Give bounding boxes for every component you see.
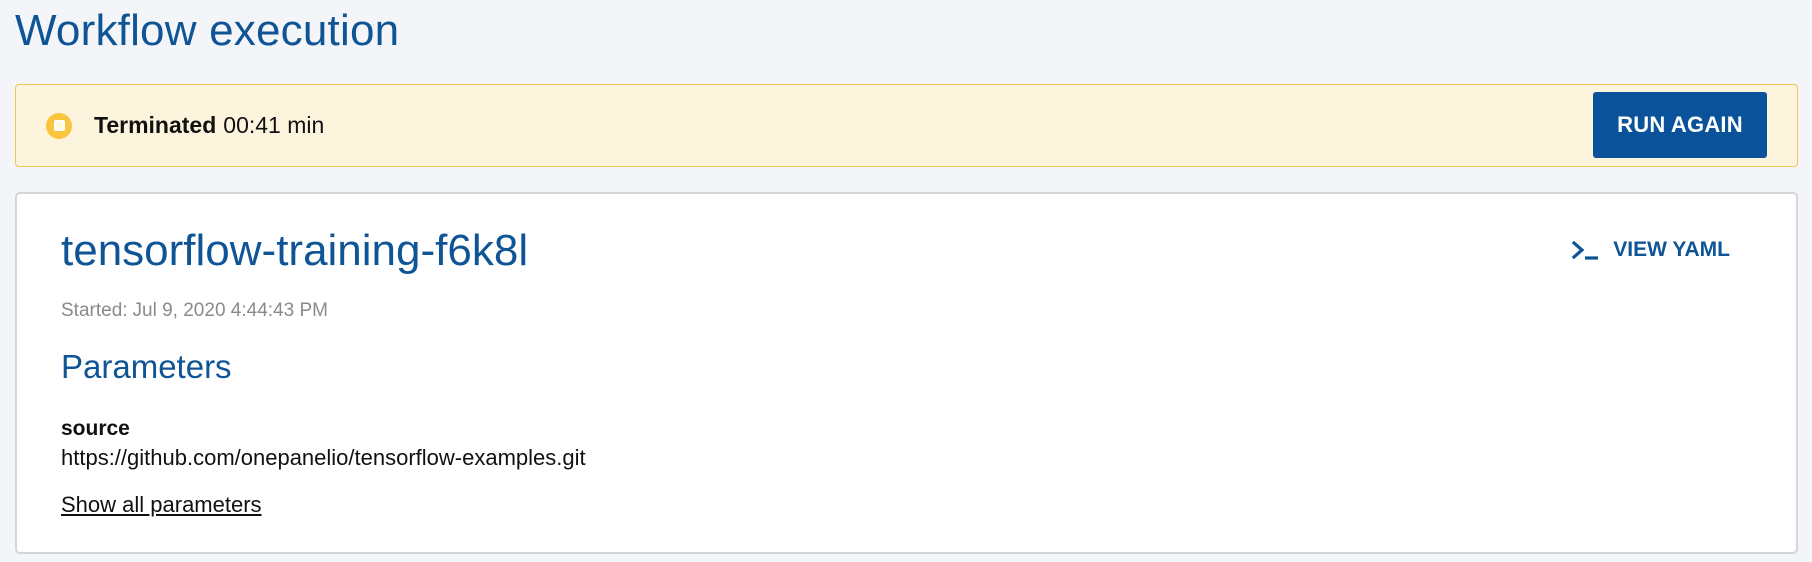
started-prefix: Started: xyxy=(61,300,128,321)
workflow-name: tensorflow-training-f6k8l xyxy=(61,226,529,275)
status-banner: Terminated 00:41 min RUN AGAIN xyxy=(15,84,1798,167)
status-duration: 00:41 min xyxy=(223,112,325,138)
started-value: Jul 9, 2020 4:44:43 PM xyxy=(132,300,328,321)
view-yaml-button[interactable]: VIEW YAML xyxy=(1571,238,1730,262)
status-label: Terminated xyxy=(94,112,217,138)
parameters-heading: Parameters xyxy=(61,348,232,385)
workflow-details-card: tensorflow-training-f6k8l VIEW YAML Star… xyxy=(15,192,1798,554)
parameter-value: https://github.com/onepanelio/tensorflow… xyxy=(61,445,586,470)
page-title: Workflow execution xyxy=(15,6,400,55)
run-again-button[interactable]: RUN AGAIN xyxy=(1593,92,1767,158)
workflow-execution-page: Workflow execution Terminated 00:41 min … xyxy=(0,0,1812,562)
started-timestamp: Started: Jul 9, 2020 4:44:43 PM xyxy=(61,300,328,322)
parameter-name: source xyxy=(61,417,130,440)
view-yaml-label: VIEW YAML xyxy=(1613,238,1730,261)
stop-circle-icon xyxy=(46,112,72,139)
terminal-icon xyxy=(1571,239,1601,261)
show-all-parameters-link[interactable]: Show all parameters xyxy=(61,492,262,518)
